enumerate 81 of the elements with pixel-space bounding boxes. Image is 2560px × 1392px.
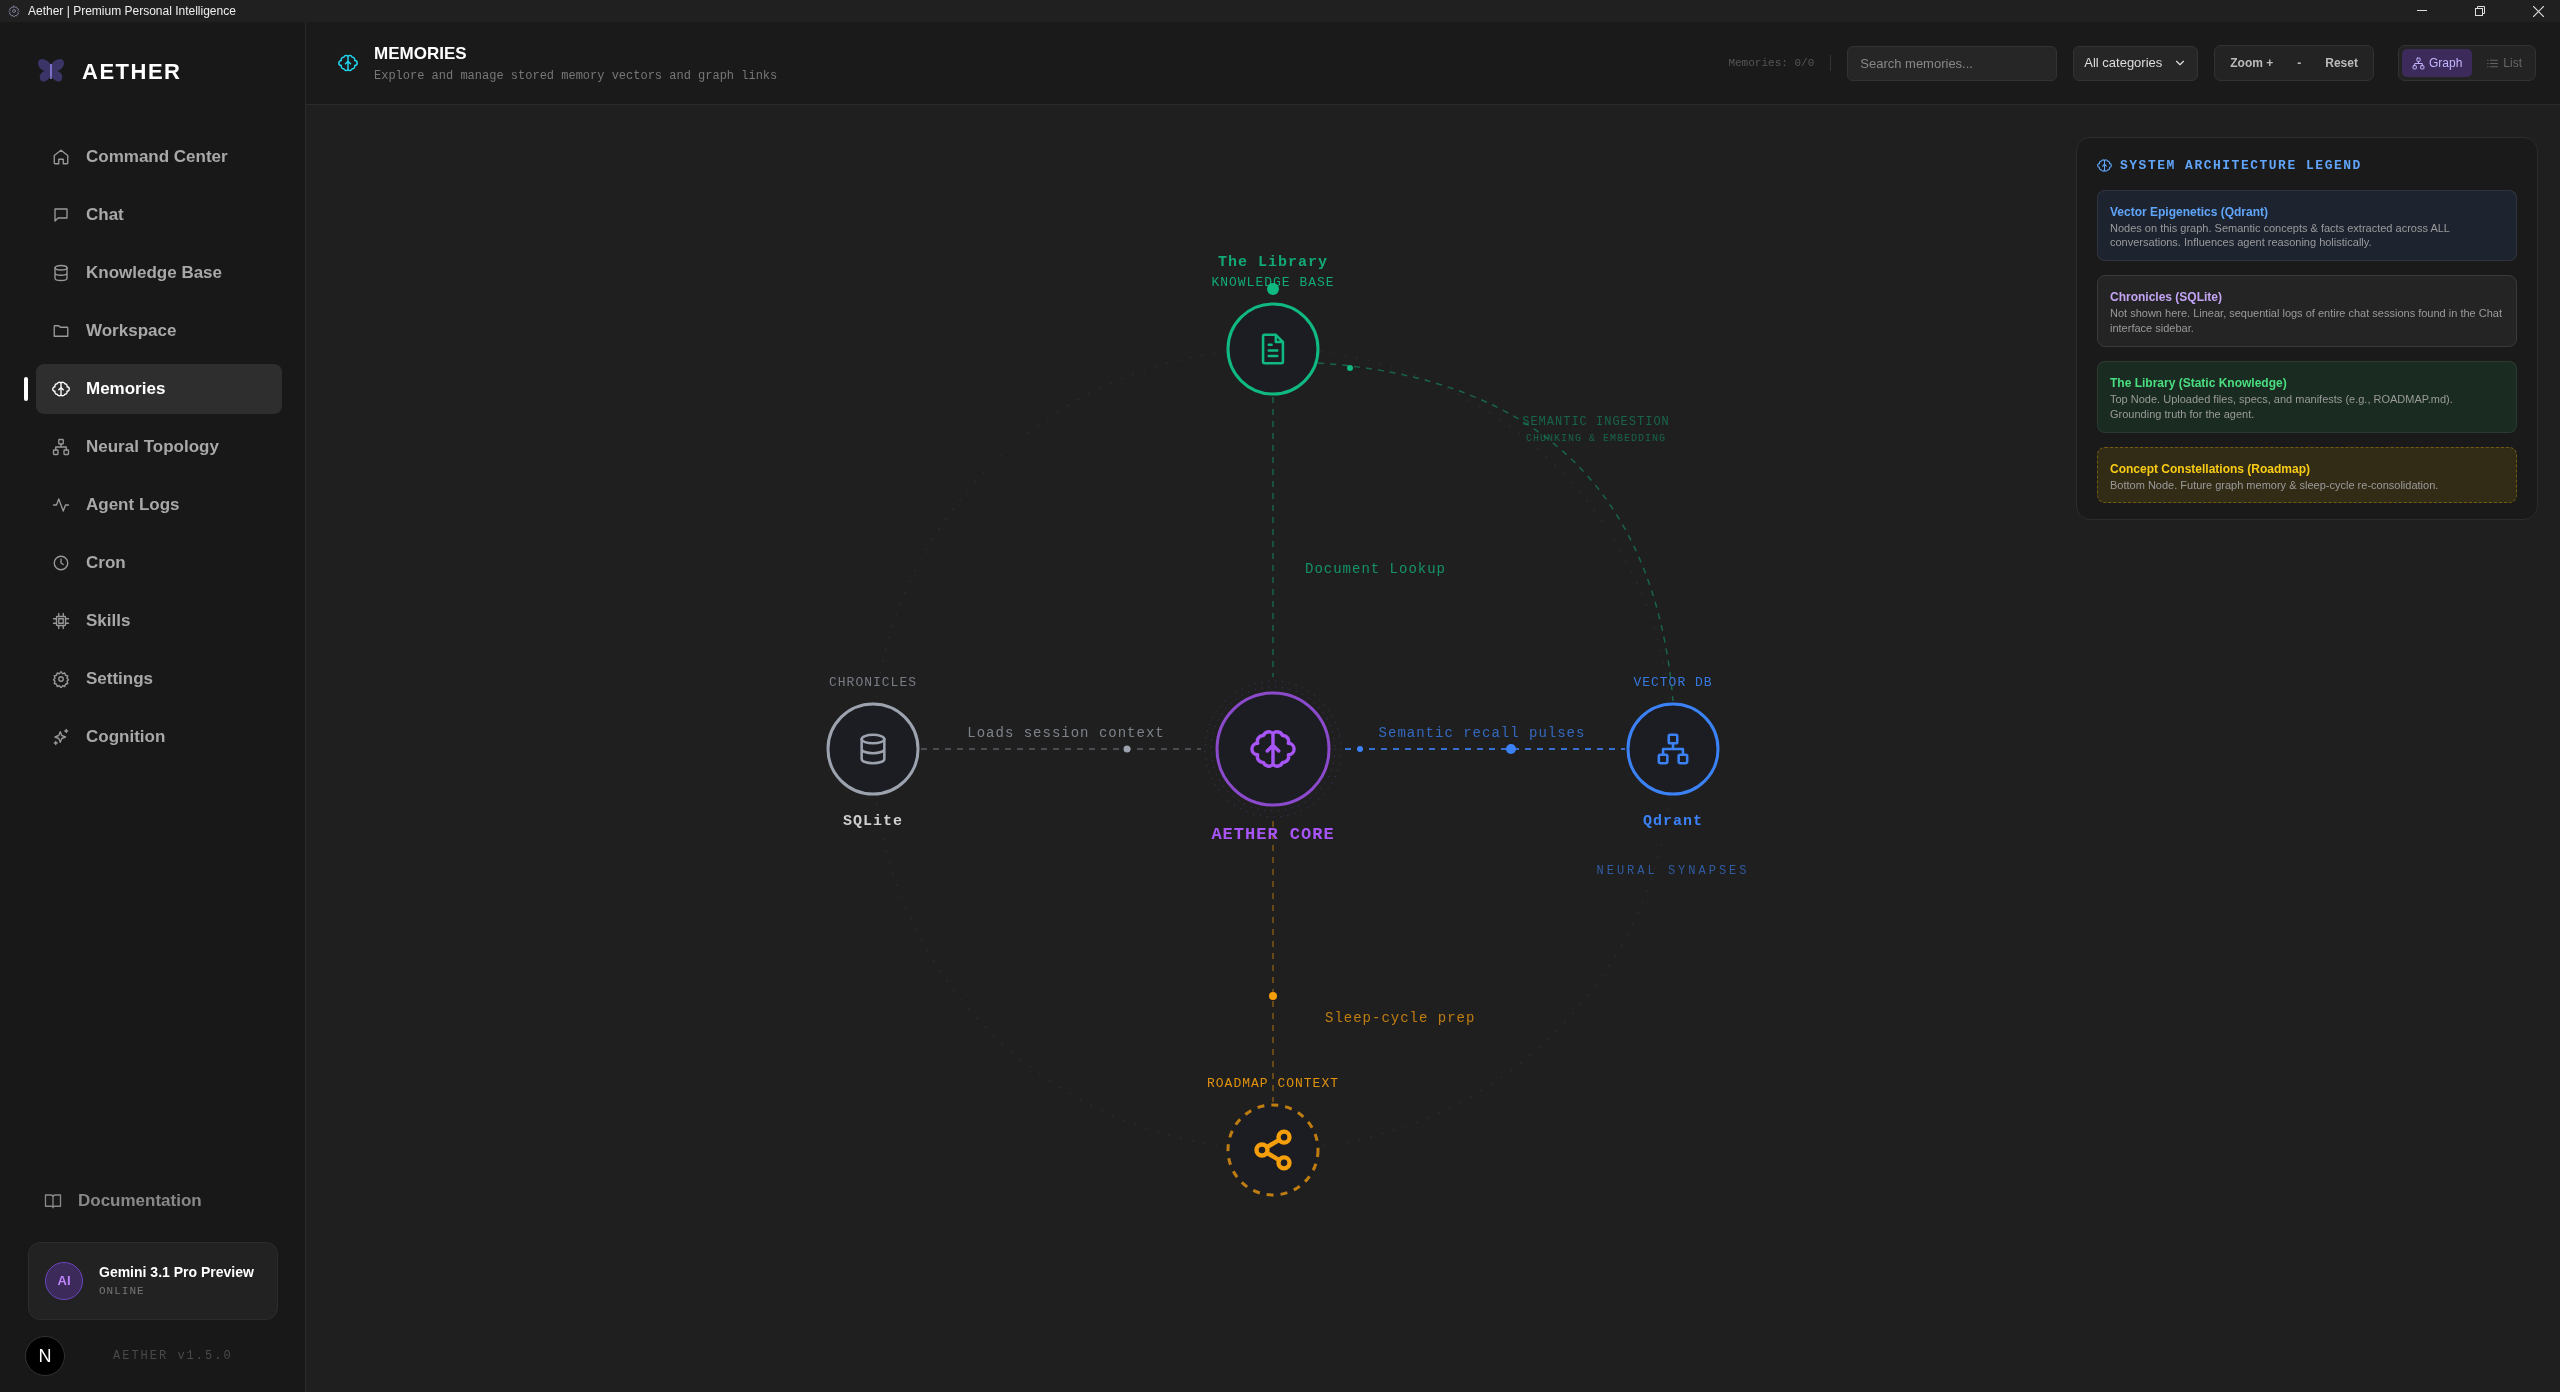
clock-icon [52, 554, 70, 572]
edge-label: Sleep-cycle prep [1325, 1010, 1476, 1026]
node-circle[interactable] [1626, 702, 1720, 796]
share-icon [1256, 1131, 1290, 1169]
nav-item[interactable]: Cron [36, 538, 282, 588]
graph-icon [2411, 56, 2425, 70]
settings-icon [52, 670, 70, 688]
nav-item[interactable]: Memories [36, 364, 282, 414]
node-label: The Library [1218, 254, 1328, 271]
home-icon [52, 148, 70, 166]
brand-name: AETHER [82, 57, 182, 86]
node-label: ROADMAP CONTEXT [1207, 1076, 1339, 1091]
minimize-icon[interactable] [2417, 10, 2427, 12]
edge-label: Semantic recall pulses [1378, 725, 1586, 741]
nav-item[interactable]: Workspace [36, 306, 282, 356]
node-label: Qdrant [1643, 813, 1703, 830]
legend-card-text: Bottom Node. Future graph memory & sleep-cycle re-consolidation. [2110, 477, 2440, 493]
node-label: CHRONICLES [829, 675, 917, 690]
edge-label: Loads session context [967, 725, 1165, 741]
nav-item[interactable]: Settings [36, 654, 282, 704]
model-card[interactable]: AI Gemini 3.1 Pro Preview ONLINE [28, 1242, 278, 1320]
edge-label: Document Lookup [1305, 561, 1447, 577]
node-label: KNOWLEDGE BASE [1211, 275, 1335, 290]
documentation-link[interactable]: Documentation [28, 1176, 274, 1226]
database-icon [861, 734, 885, 764]
hierarchy-icon [1658, 734, 1688, 764]
node-label: VECTOR DB [1633, 675, 1713, 690]
chip-icon [52, 612, 70, 630]
book-icon [44, 1192, 62, 1210]
brain-icon [52, 380, 70, 398]
legend-card-text: Nodes on this graph. Semantic concepts & facts extracted across ALL conversations. Influences agent reasoning holistically. [2110, 220, 2451, 251]
restore-icon[interactable] [2475, 6, 2485, 16]
node-circle[interactable] [1226, 1103, 1320, 1197]
logo-icon [36, 57, 66, 85]
node-label: SQLite [843, 813, 903, 830]
brain-icon [338, 53, 358, 73]
hierarchy-icon [52, 438, 70, 456]
edge-label: SEMANTIC INGESTION [1522, 415, 1670, 429]
zoom-button[interactable]: Reset [2313, 49, 2370, 77]
nav-item[interactable]: Agent Logs [36, 480, 282, 530]
page-subtitle: Explore and manage stored memory vectors and graph links [374, 67, 778, 85]
view-tab[interactable]: Graph [2401, 49, 2473, 77]
model-name: Gemini 3.1 Pro Preview [99, 1263, 254, 1283]
legend-card-title: Vector Epigenetics (Qdrant) [2110, 203, 2270, 221]
database-icon [52, 264, 70, 282]
node-label: AETHER CORE [1211, 825, 1335, 844]
nav-item[interactable]: Skills [36, 596, 282, 646]
legend-card-text: Not shown here. Linear, sequential logs of entire chat sessions found in the Chat interface sidebar. [2110, 306, 2503, 336]
chat-bubble-icon [52, 206, 70, 224]
legend-title: SYSTEM ARCHITECTURE LEGEND [2120, 157, 2362, 175]
nav-item[interactable]: Neural Topology [36, 422, 282, 472]
app-icon [8, 5, 20, 17]
legend-card-title: Concept Constellations (Roadmap) [2110, 460, 2311, 478]
zoom-button[interactable]: - [2285, 49, 2314, 77]
edge-label: CHUNKING & EMBEDDING [1526, 433, 1666, 444]
legend-card-title: Chronicles (SQLite) [2110, 289, 2223, 307]
user-avatar[interactable]: N [25, 1336, 65, 1376]
nav-item[interactable]: Cognition [36, 712, 282, 762]
model-status: ONLINE [99, 1284, 146, 1300]
brain-icon [2097, 158, 2112, 174]
node-circle[interactable] [826, 702, 920, 796]
close-icon[interactable] [2533, 5, 2544, 17]
node-circle[interactable] [1215, 691, 1331, 807]
window-title: Aether | Premium Personal Intelligence [28, 3, 236, 20]
document-icon [1263, 334, 1283, 364]
folder-icon [52, 322, 70, 340]
avatar: AI [45, 1262, 83, 1300]
sparkles-icon [52, 728, 70, 746]
page-title: MEMORIES [374, 43, 468, 66]
legend-card-text: Top Node. Uploaded files, specs, and manifests (e.g., ROADMAP.md). Grounding truth for the agent. [2110, 391, 2454, 422]
node-label: NEURAL SYNAPSES [1596, 864, 1750, 878]
search-field[interactable]: Search memories... [1847, 45, 2058, 81]
legend-card-title: The Library (Static Knowledge) [2110, 374, 2288, 392]
nav-item[interactable]: Command Center [36, 132, 282, 182]
category-select[interactable]: All categories [2073, 45, 2199, 81]
node-circle[interactable] [1226, 302, 1320, 396]
zoom-button[interactable]: Zoom + [2218, 49, 2286, 77]
nav-item[interactable]: Chat [36, 190, 282, 240]
nav-item[interactable]: Knowledge Base [36, 248, 282, 298]
pulse-icon [52, 496, 70, 514]
brain-icon [1251, 731, 1295, 767]
